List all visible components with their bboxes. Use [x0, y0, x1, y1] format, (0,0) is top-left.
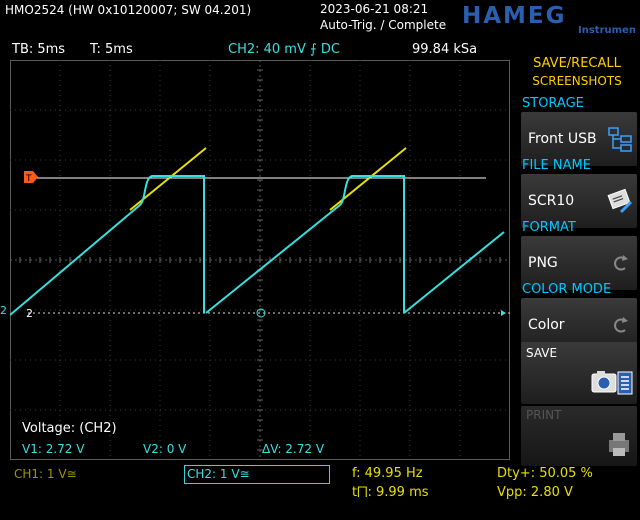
save-label: SAVE — [526, 346, 558, 360]
ch2-setting[interactable]: CH2: 40 mV ⨍ DC — [228, 42, 340, 57]
ch1-ramp-trace — [329, 147, 407, 211]
filename-value: SCR10 — [528, 193, 575, 209]
menu-subtitle: SCREENSHOTS — [532, 74, 622, 88]
storage-value: Front USB — [528, 131, 597, 147]
folder-tree-icon — [608, 127, 632, 152]
hameg-logo: HAMEG Instruments — [462, 3, 635, 35]
edit-filename-icon — [607, 188, 633, 214]
format-label: FORMAT — [522, 220, 576, 235]
cycle-arrow-icon — [614, 255, 628, 271]
vpp: Vpp: 2.80 V — [497, 485, 573, 500]
timebase[interactable]: TB: 5ms — [12, 42, 65, 57]
ch2-ground-marker[interactable]: 2 — [0, 304, 7, 317]
ch2-sawtooth-trace — [10, 175, 205, 316]
ch2-scale: CH2: 1 V≅ — [187, 467, 250, 481]
trigger-level-marker[interactable]: T — [24, 171, 38, 185]
ch2-sawtooth-trace — [403, 231, 505, 314]
save-button[interactable]: SAVE — [521, 342, 637, 404]
period: t⨅: 9.99 ms — [352, 485, 429, 500]
brand-sub: Instruments — [578, 25, 635, 35]
menu-title: SAVE/RECALL — [533, 56, 621, 71]
header-bar: HMO2524 (HW 0x10120007; SW 04.201) 2023-… — [0, 0, 640, 36]
duty-cycle: Dty+: 50.05 % — [497, 466, 593, 481]
measure-title: Voltage: (CH2) — [22, 421, 117, 436]
ch2-ground-inner-marker: 2 — [26, 307, 33, 320]
colormode-label: COLOR MODE — [522, 282, 612, 297]
colormode-value: Color — [528, 317, 565, 333]
cursor-v2: V2: 0 V — [143, 442, 187, 456]
print-button[interactable]: PRINT — [521, 406, 637, 466]
frequency: f: 49.95 Hz — [352, 466, 423, 481]
ch2-sawtooth-trace — [205, 175, 405, 314]
printer-icon — [609, 433, 629, 456]
brand-name: HAMEG — [462, 3, 567, 29]
waveform-display[interactable] — [10, 60, 510, 460]
datetime: 2023-06-21 08:21 — [320, 2, 429, 16]
ch1-ramp-trace — [129, 147, 207, 211]
print-label: PRINT — [526, 408, 562, 422]
storage-label: STORAGE — [522, 96, 584, 111]
trigger-status: Auto-Trig. / Complete — [320, 18, 447, 32]
ch2-active-box[interactable]: CH2: 1 V≅ — [184, 465, 330, 484]
camera-save-icon — [591, 371, 633, 395]
cursor-v1: V1: 2.72 V — [22, 442, 85, 456]
format-value: PNG — [528, 255, 558, 271]
ground-right-marker — [501, 310, 506, 316]
sample-rate: 99.84 kSa — [412, 42, 478, 57]
cycle-arrow-icon — [614, 317, 628, 333]
filename-label: FILE NAME — [522, 158, 591, 173]
cursor-delta-v: ΔV: 2.72 V — [262, 442, 325, 456]
ch1-setting[interactable]: CH1: 1 V≅ — [14, 467, 77, 481]
trigger-marker-label: T — [25, 174, 32, 184]
device-info: HMO2524 (HW 0x10120007; SW 04.201) — [5, 3, 252, 17]
trigger-time[interactable]: T: 5ms — [90, 42, 133, 57]
waveform-graticule — [10, 60, 510, 460]
